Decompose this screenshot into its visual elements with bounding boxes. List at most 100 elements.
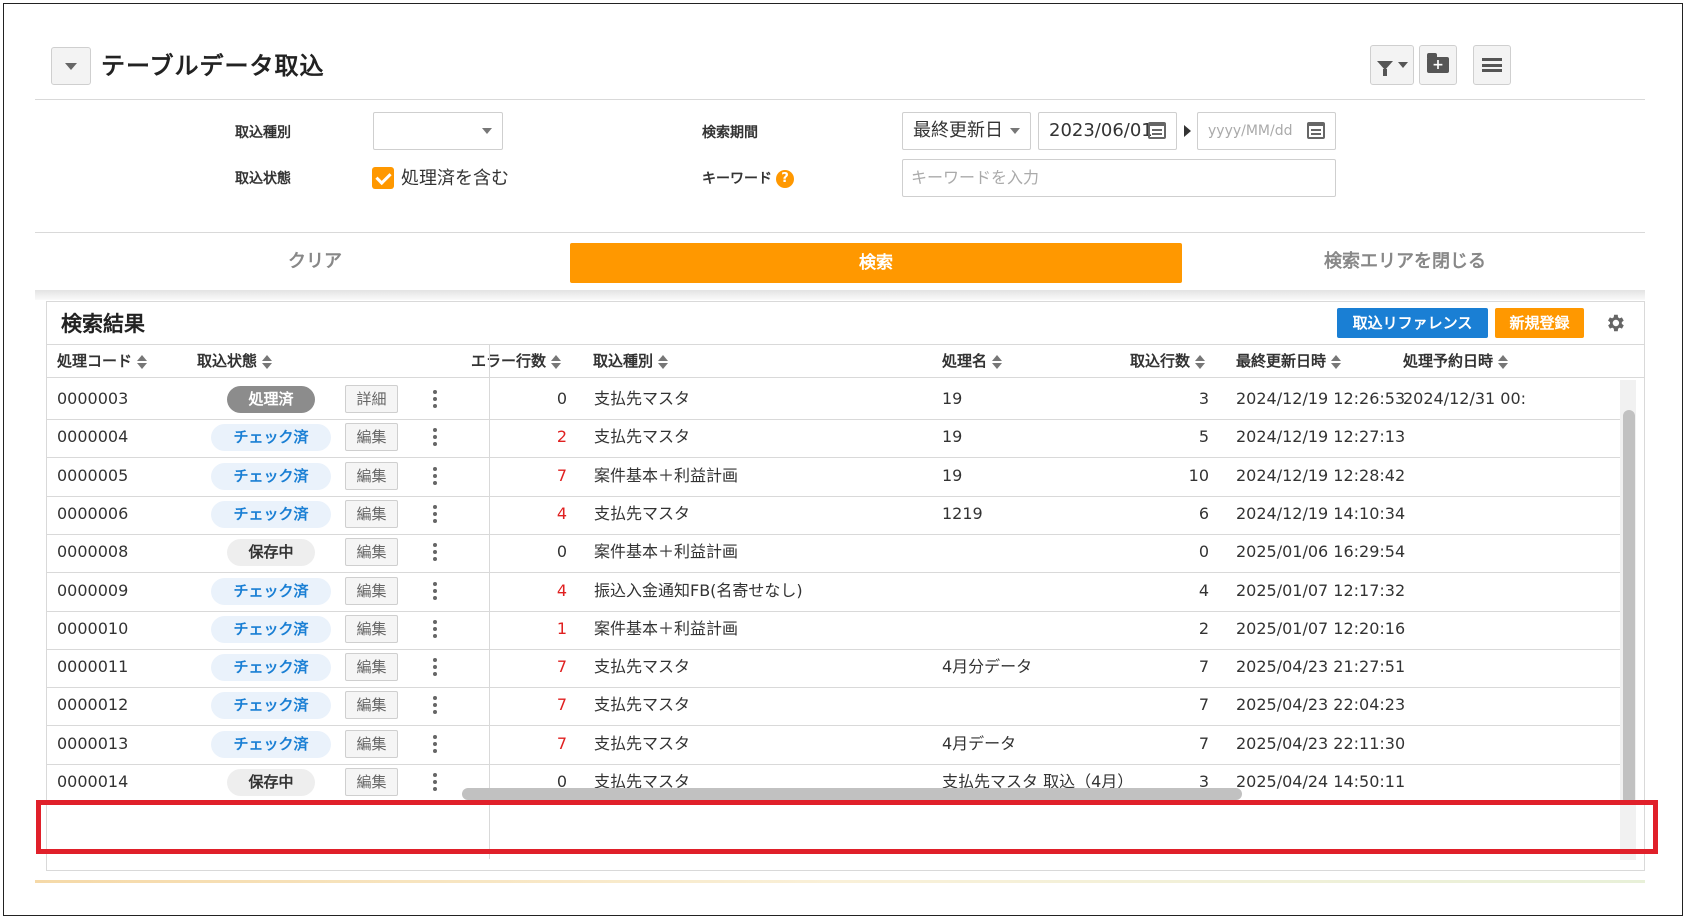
status-badge: 保存中 <box>227 539 315 566</box>
process-code: 0000012 <box>57 695 129 714</box>
kebab-icon[interactable] <box>432 504 438 524</box>
row-action-button[interactable]: 編集 <box>345 462 398 490</box>
help-icon[interactable]: ? <box>776 170 794 188</box>
column-header-updated[interactable]: 最終更新日時 <box>1236 345 1342 377</box>
error-count: 0 <box>556 542 567 561</box>
process-name: 19 <box>942 466 963 485</box>
close-search-area-button[interactable]: 検索エリアを閉じる <box>1235 244 1575 280</box>
chevron-down-icon <box>482 128 492 134</box>
process-name: 19 <box>942 427 963 446</box>
import-type: 支払先マスタ <box>594 657 691 676</box>
table-row[interactable]: 0000010 チェック済 編集 1 案件基本＋利益計画 2 2025/01/07 12:2… <box>47 609 1621 650</box>
process-code: 0000014 <box>57 772 129 791</box>
include-processed-label: 処理済を含む <box>401 168 509 189</box>
column-header-scheduled[interactable]: 処理予約日時 <box>1403 345 1509 377</box>
process-name: 4月データ <box>942 734 1017 753</box>
table-row[interactable]: 0000005 チェック済 編集 7 案件基本＋利益計画 19 10 2024/12/19 1… <box>47 456 1621 497</box>
kebab-icon[interactable] <box>432 542 438 562</box>
import-count: 10 <box>1188 466 1209 485</box>
error-count: 7 <box>556 695 567 714</box>
table-row[interactable]: 0000013 チェック済 編集 7 支払先マスタ 4月データ 7 2025/04/23 22… <box>47 724 1621 765</box>
date-to-input[interactable]: yyyy/MM/dd <box>1197 112 1336 150</box>
import-count: 6 <box>1198 504 1209 523</box>
table-row[interactable]: 0000003 処理済 詳細 0 支払先マスタ 19 3 2024/12/19 12:26:5… <box>47 379 1621 420</box>
error-count: 7 <box>556 466 567 485</box>
last-updated: 2024/12/19 12:26:53 <box>1236 389 1406 408</box>
kebab-icon[interactable] <box>432 619 438 639</box>
row-action-button[interactable]: 編集 <box>345 768 398 796</box>
folder-plus-icon: + <box>1427 53 1449 73</box>
chevron-down-icon <box>65 62 77 70</box>
column-header-code[interactable]: 処理コード <box>57 345 148 377</box>
status-badge: チェック済 <box>211 424 331 451</box>
process-name: 19 <box>942 389 963 408</box>
kebab-icon[interactable] <box>432 581 438 601</box>
include-processed-checkbox[interactable] <box>372 167 394 189</box>
import-type: 案件基本＋利益計画 <box>594 619 739 638</box>
row-action-button[interactable]: 編集 <box>345 577 398 605</box>
filter-button[interactable] <box>1370 45 1414 85</box>
horizontal-scrollbar-thumb[interactable] <box>462 788 1242 800</box>
calendar-icon <box>1148 122 1166 139</box>
sort-icon <box>551 354 562 369</box>
kebab-icon[interactable] <box>432 734 438 754</box>
sort-icon <box>1498 354 1509 369</box>
process-code: 0000009 <box>57 581 129 600</box>
kebab-icon[interactable] <box>432 466 438 486</box>
vertical-scrollbar[interactable] <box>1620 380 1636 860</box>
import-reference-button[interactable]: 取込リファレンス <box>1337 308 1488 338</box>
new-registration-button[interactable]: 新規登録 <box>1495 308 1584 338</box>
date-from-input[interactable]: 2023/06/01 <box>1038 112 1177 150</box>
table-row[interactable]: 0000011 チェック済 編集 7 支払先マスタ 4月分データ 7 2025/04/23 2… <box>47 647 1621 688</box>
menu-button[interactable] <box>1473 45 1511 85</box>
process-code: 0000004 <box>57 427 129 446</box>
kebab-icon[interactable] <box>432 772 438 792</box>
search-button[interactable]: 検索 <box>570 243 1182 283</box>
collapse-toggle-button[interactable] <box>51 47 91 85</box>
row-action-button[interactable]: 編集 <box>345 615 398 643</box>
process-code: 0000013 <box>57 734 129 753</box>
table-row[interactable]: 0000009 チェック済 編集 4 振込入金通知FB(名寄せなし) 4 2025/01/0… <box>47 571 1621 612</box>
column-header-status[interactable]: 取込状態 <box>197 345 273 377</box>
sort-icon <box>658 354 669 369</box>
column-header-count[interactable]: 取込行数 <box>1130 345 1206 377</box>
clear-button[interactable]: クリア <box>195 244 435 280</box>
row-action-button[interactable]: 編集 <box>345 423 398 451</box>
status-badge: チェック済 <box>211 654 331 681</box>
keyword-input[interactable]: キーワードを入力 <box>902 159 1336 197</box>
calendar-icon <box>1307 122 1325 139</box>
status-badge: チェック済 <box>211 501 331 528</box>
error-count: 7 <box>556 734 567 753</box>
table-row[interactable]: 0000004 チェック済 編集 2 支払先マスタ 19 5 2024/12/19 12:27… <box>47 417 1621 458</box>
row-action-button[interactable]: 編集 <box>345 500 398 528</box>
status-badge: チェック済 <box>211 616 331 643</box>
row-action-button[interactable]: 詳細 <box>345 385 398 413</box>
process-code: 0000003 <box>57 389 129 408</box>
kebab-icon[interactable] <box>432 657 438 677</box>
table-row[interactable]: 0000006 チェック済 編集 4 支払先マスタ 1219 6 2024/12/19 14:… <box>47 494 1621 535</box>
kebab-icon[interactable] <box>432 427 438 447</box>
row-action-button[interactable]: 編集 <box>345 538 398 566</box>
column-header-errors[interactable]: エラー行数 <box>471 345 562 377</box>
add-folder-button[interactable]: + <box>1419 45 1457 85</box>
gear-icon[interactable] <box>1604 312 1626 334</box>
process-code: 0000008 <box>57 542 129 561</box>
kebab-icon[interactable] <box>432 389 438 409</box>
kebab-icon[interactable] <box>432 695 438 715</box>
table-row[interactable]: 0000008 保存中 編集 0 案件基本＋利益計画 0 2025/01/06 16:29:… <box>47 532 1621 573</box>
import-type: 支払先マスタ <box>594 695 691 714</box>
row-action-button[interactable]: 編集 <box>345 691 398 719</box>
status-badge: 保存中 <box>227 769 315 796</box>
column-header-name[interactable]: 処理名 <box>942 345 1003 377</box>
process-name: 1219 <box>942 504 983 523</box>
column-header-type[interactable]: 取込種別 <box>593 345 669 377</box>
import-type-select[interactable] <box>373 112 503 150</box>
table-row[interactable]: 0000012 チェック済 編集 7 支払先マスタ 7 2025/04/23 22:04:2… <box>47 685 1621 726</box>
import-count: 7 <box>1198 657 1209 676</box>
row-action-button[interactable]: 編集 <box>345 653 398 681</box>
sort-icon <box>137 354 148 369</box>
period-type-select[interactable]: 最終更新日 <box>902 112 1031 150</box>
vertical-scrollbar-thumb[interactable] <box>1623 410 1635 805</box>
row-action-button[interactable]: 編集 <box>345 730 398 758</box>
import-status-label: 取込状態 <box>235 171 291 187</box>
